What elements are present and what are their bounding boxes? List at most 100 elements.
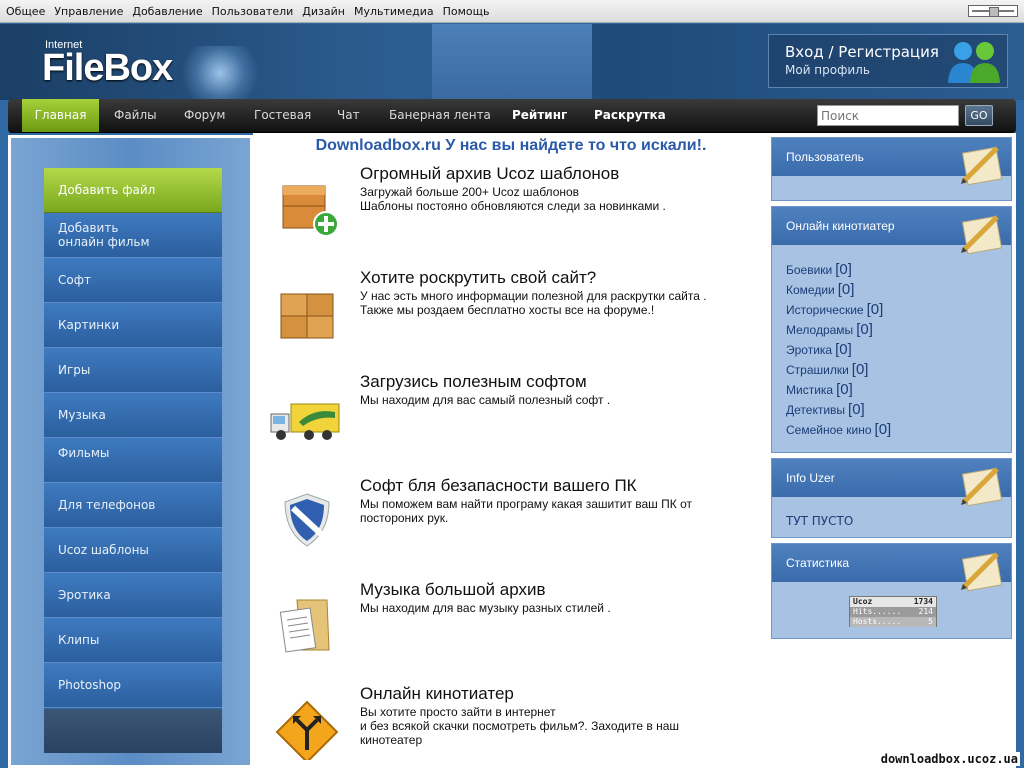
left-menu-label: Добавить онлайн фильм [58,221,150,249]
nav-item-files[interactable]: Файлы [114,99,157,132]
admin-menu-add[interactable]: Добавление [132,5,202,18]
left-menu: Добавить файл Добавить онлайн фильм Софт… [44,168,222,753]
admin-menu-manage[interactable]: Управление [54,5,123,18]
counter-total: 1734 [913,597,933,606]
main-navigation: Главная Файлы Форум Гостевая Чат Банерна… [8,99,1016,133]
left-menu-phones[interactable]: Для телефонов [44,483,222,528]
cinema-category-count: [0] [856,321,873,338]
left-menu-pictures[interactable]: Картинки [44,303,222,348]
left-menu-games[interactable]: Игры [44,348,222,393]
counter-hits-label: Hits...... [853,607,902,616]
feature-description: Мы находим для вас самый полезный софт . [360,393,611,407]
cinema-category-action[interactable]: Боевики [0] [786,261,852,278]
header-decor-panel [432,24,592,100]
left-menu-clips[interactable]: Клипы [44,618,222,663]
cinema-category-name: Эротика [786,343,833,357]
cinema-category-name: Мистика [786,383,834,397]
cinema-category-name: Семейное кино [786,423,872,437]
notepad-pencil-icon [961,552,1003,592]
feature-title: Онлайн кинотиатер [360,684,514,703]
left-menu-label: Игры [58,363,91,377]
cinema-category-melodrama[interactable]: Мелодрамы [0] [786,321,873,338]
left-menu-label: Картинки [58,318,120,332]
left-menu-films[interactable]: Фильмы [44,438,222,483]
notepad-pencil-icon [961,146,1003,186]
nav-item-rating[interactable]: Рейтинг [512,99,567,132]
notepad-pencil-icon [961,215,1003,255]
left-menu-label: Добавить файл [58,183,156,197]
left-menu-soft[interactable]: Софт [44,258,222,303]
counter-hosts: 5 [928,617,933,626]
site-logo[interactable]: FileBox [42,47,173,90]
left-menu-add-online-film[interactable]: Добавить онлайн фильм [44,213,222,258]
left-menu-photoshop[interactable]: Photoshop [44,663,222,708]
feature-entry: Загрузись полезным софтом Мы находим для… [253,372,769,476]
nav-item-chat[interactable]: Чат [337,99,360,132]
feature-description: Вы хотите просто зайти в интернет и без … [360,705,680,747]
feature-entry: Огромный архив Ucoz шаблонов Загружай бо… [253,164,769,268]
cinema-category-name: Страшилки [786,363,849,377]
box-add-icon [282,185,339,237]
login-box: Вход / Регистрация Мой профиль [768,34,1008,88]
left-menu-ucoz-templates[interactable]: Ucoz шаблоны [44,528,222,573]
left-menu-music[interactable]: Музыка [44,393,222,438]
cinema-category-mystic[interactable]: Мистика [0] [786,381,853,398]
cinema-category-count: [0] [851,361,869,378]
my-profile-link[interactable]: Мой профиль [785,63,870,77]
statistics-block: Статистика Ucoz 1734 Hits...... 214 Hosts.… [771,543,1012,639]
content-area: Downloadbox.ru У нас вы найдете то что и… [253,133,769,768]
counter-hits: 214 [918,607,933,616]
page-headline: Downloadbox.ru У нас вы найдете то что и… [315,137,707,154]
admin-menu-general[interactable]: Общее [6,5,45,18]
admin-menu-multimedia[interactable]: Мультимедиа [354,5,434,18]
search-button[interactable]: GO [965,105,993,126]
feature-entry: Музыка большой архив Мы находим для вас … [253,580,769,684]
truck-icon [270,403,340,440]
left-menu-label: Для телефонов [58,498,156,512]
left-menu-label: Photoshop [58,678,122,692]
watermark: downloadbox.ucoz.ua [878,752,1020,766]
logo-glow-icon [180,46,260,100]
cinema-category-historical[interactable]: Исторические [0] [786,301,883,318]
nav-item-promotion[interactable]: Раскрутка [594,99,666,132]
cinema-category-count: [0] [837,281,855,298]
cinema-category-name: Мелодрамы [786,323,854,337]
cinema-category-name: Комедии [786,283,835,297]
cinema-category-horror[interactable]: Страшилки [0] [786,361,868,378]
admin-toolbar: Общее Управление Добавление Пользователи… [0,0,1024,23]
admin-menu-design[interactable]: Дизайн [302,5,345,18]
feature-description: Мы находим для вас музыку разных стилей … [360,601,611,615]
login-register-link[interactable]: Вход / Регистрация [785,43,939,61]
cinema-category-count: [0] [848,401,865,418]
cinema-category-family[interactable]: Семейное кино [0] [786,421,891,438]
admin-menu-help[interactable]: Помощь [443,5,490,18]
left-menu-label: Музыка [58,408,106,422]
notepad-pencil-icon [961,467,1003,507]
left-menu-add-file[interactable]: Добавить файл [44,168,222,213]
counter-hosts-label: Hosts..... [853,617,902,626]
feature-title: Хотите роскрутить свой сайт? [360,268,597,287]
ucoz-counter[interactable]: Ucoz 1734 Hits...... 214 Hosts..... 5 [849,596,937,627]
left-menu-label: Эротика [58,588,111,602]
nav-item-banner[interactable]: Банерная лента [389,99,491,132]
info-user-block: Info Uzer ТУТ ПУСТО [771,458,1012,538]
search-input[interactable] [817,105,959,126]
admin-slider[interactable] [968,5,1018,17]
feature-description: Мы поможем вам найти програму какая заши… [360,497,692,525]
nav-item-home[interactable]: Главная [22,99,99,132]
cinema-category-detective[interactable]: Детективы [0] [786,401,865,418]
left-menu-erotica[interactable]: Эротика [44,573,222,618]
cinema-category-name: Детективы [786,403,846,417]
admin-menu-users[interactable]: Пользователи [212,5,294,18]
cinema-category-name: Боевики [786,263,833,277]
cinema-category-erotica[interactable]: Эротика [0] [786,341,852,358]
nav-item-forum[interactable]: Форум [184,99,225,132]
road-sign-icon [275,700,339,760]
nav-item-guestbook[interactable]: Гостевая [254,99,311,132]
cinema-category-count: [0] [835,341,852,358]
feature-description: У нас эсть много информации полезной для… [360,289,707,317]
cinema-category-comedy[interactable]: Комедии [0] [786,281,854,298]
feature-entry: Онлайн кинотиатер Вы хотите просто зайти… [253,684,769,768]
feature-entry: Хотите роскрутить свой сайт? У нас эсть … [253,268,769,372]
feature-description: Загружай больше 200+ Ucoz шаблонов Шабло… [360,185,666,213]
